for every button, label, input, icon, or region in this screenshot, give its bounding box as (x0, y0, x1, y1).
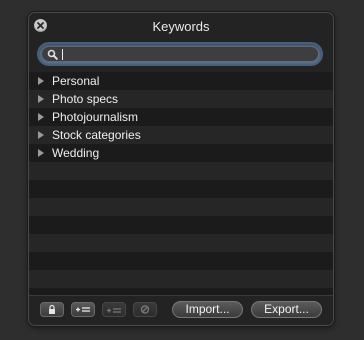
bottom-toolbar: Import... Export... (29, 295, 333, 325)
list-item[interactable]: Personal (29, 72, 333, 90)
add-subkeyword-button[interactable] (102, 302, 126, 317)
empty-row (29, 270, 333, 288)
disclosure-triangle-icon[interactable] (38, 77, 44, 85)
keyword-label: Stock categories (52, 128, 141, 142)
keyword-label: Photo specs (52, 92, 119, 106)
search-field[interactable] (42, 47, 318, 61)
title-bar[interactable]: Keywords (29, 13, 333, 39)
disclosure-triangle-icon[interactable] (38, 149, 44, 157)
empty-row (29, 216, 333, 234)
lock-button[interactable] (40, 302, 64, 317)
empty-row (29, 162, 333, 180)
search-field-container[interactable] (39, 44, 321, 64)
empty-row (29, 180, 333, 198)
empty-row (29, 198, 333, 216)
list-item[interactable]: Wedding (29, 144, 333, 162)
window-title: Keywords (152, 19, 210, 34)
empty-row (29, 252, 333, 270)
list-item[interactable]: Photo specs (29, 90, 333, 108)
keyword-label: Personal (52, 74, 100, 88)
keyword-label: Wedding (52, 146, 100, 160)
search-input[interactable] (62, 47, 312, 61)
disclosure-triangle-icon[interactable] (38, 113, 44, 121)
lock-icon (49, 304, 55, 314)
empty-row (29, 234, 333, 252)
keywords-hud-window: Keywords Personal Photo specs Photojourn… (28, 12, 334, 326)
add-subkeyword-icon (107, 308, 121, 313)
list-item[interactable]: Photojournalism (29, 108, 333, 126)
export-button[interactable]: Export... (251, 301, 322, 318)
disclosure-triangle-icon[interactable] (38, 95, 44, 103)
import-button[interactable]: Import... (172, 301, 243, 318)
keyword-label: Photojournalism (52, 110, 139, 124)
disclosure-triangle-icon[interactable] (38, 131, 44, 139)
search-icon (47, 49, 58, 60)
list-item[interactable]: Stock categories (29, 126, 333, 144)
delete-icon (140, 305, 150, 314)
text-caret (62, 49, 63, 60)
delete-keyword-button[interactable] (133, 302, 157, 317)
add-keyword-icon (76, 307, 90, 312)
add-keyword-button[interactable] (71, 302, 95, 317)
keyword-list[interactable]: Personal Photo specs Photojournalism Sto… (29, 72, 333, 306)
